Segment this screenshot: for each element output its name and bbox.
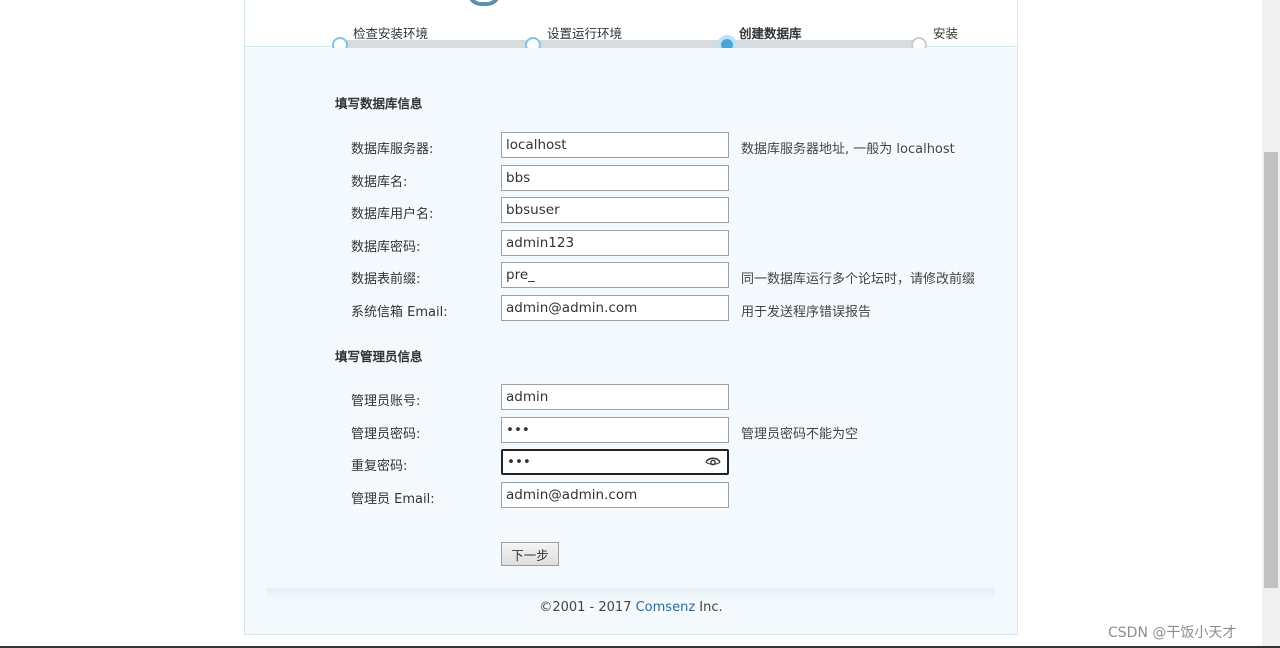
admin-email-input[interactable] <box>501 482 729 508</box>
row-db-user: 数据库用户名: <box>245 197 1017 225</box>
admin-account-label: 管理员账号: <box>351 394 421 409</box>
row-system-email: 系统信箱 Email: 用于发送程序错误报告 <box>245 295 1017 323</box>
csdn-watermark: CSDN @干饭小天才 <box>1108 625 1237 641</box>
step-3-label: 创建数据库 <box>739 26 802 41</box>
table-prefix-hint: 同一数据库运行多个论坛时，请修改前缀 <box>741 272 976 287</box>
row-db-name: 数据库名: <box>245 165 1017 193</box>
db-name-label: 数据库名: <box>351 175 408 190</box>
footer-copyright: ©2001 - 2017 Comsenz Inc. <box>245 600 1017 615</box>
footer-brand-link[interactable]: Comsenz <box>636 600 696 615</box>
repeat-password-label: 重复密码: <box>351 459 408 474</box>
admin-section-title: 填写管理员信息 <box>335 349 423 364</box>
admin-password-input[interactable] <box>501 417 729 443</box>
row-admin-account: 管理员账号: <box>245 384 1017 412</box>
footer-suffix: Inc. <box>695 600 723 615</box>
table-prefix-label: 数据表前缀: <box>351 272 421 287</box>
admin-account-input[interactable] <box>501 384 729 410</box>
table-prefix-input[interactable] <box>501 262 729 288</box>
db-server-hint: 数据库服务器地址, 一般为 localhost <box>741 142 955 157</box>
row-table-prefix: 数据表前缀: 同一数据库运行多个论坛时，请修改前缀 <box>245 262 1017 290</box>
row-db-password: 数据库密码: <box>245 230 1017 258</box>
admin-password-label: 管理员密码: <box>351 427 421 442</box>
footer-prefix: ©2001 - 2017 <box>539 600 636 615</box>
row-db-server: 数据库服务器: 数据库服务器地址, 一般为 localhost <box>245 132 1017 160</box>
system-email-input[interactable] <box>501 295 729 321</box>
page-scrollbar[interactable] <box>1262 0 1280 648</box>
form-content: 填写数据库信息 数据库服务器: 数据库服务器地址, 一般为 localhost … <box>245 48 1017 634</box>
step-2-label: 设置运行环境 <box>547 26 623 41</box>
db-password-input[interactable] <box>501 230 729 256</box>
db-section-title: 填写数据库信息 <box>335 96 423 111</box>
repeat-password-input[interactable] <box>501 449 729 475</box>
next-step-button[interactable]: 下一步 <box>501 542 559 566</box>
row-admin-email: 管理员 Email: <box>245 482 1017 510</box>
db-user-input[interactable] <box>501 197 729 223</box>
scroll-thumb[interactable] <box>1264 152 1278 588</box>
db-name-input[interactable] <box>501 165 729 191</box>
db-user-label: 数据库用户名: <box>351 207 434 222</box>
step-4-label: 安装 <box>933 26 959 41</box>
eye-icon[interactable] <box>705 456 721 468</box>
system-email-hint: 用于发送程序错误报告 <box>741 305 872 320</box>
footer-band <box>267 588 995 600</box>
row-repeat-password: 重复密码: <box>245 449 1017 477</box>
system-email-label: 系统信箱 Email: <box>351 305 448 320</box>
admin-password-hint: 管理员密码不能为空 <box>741 427 859 442</box>
installer-frame: 检查安装环境 设置运行环境 创建数据库 安装 填写数据库信息 数据库服务器: 数… <box>244 0 1018 635</box>
step-1-label: 检查安装环境 <box>353 26 429 41</box>
db-password-label: 数据库密码: <box>351 240 421 255</box>
admin-email-label: 管理员 Email: <box>351 492 435 507</box>
db-server-input[interactable] <box>501 132 729 158</box>
db-server-label: 数据库服务器: <box>351 142 434 157</box>
row-admin-password: 管理员密码: 管理员密码不能为空 <box>245 417 1017 445</box>
